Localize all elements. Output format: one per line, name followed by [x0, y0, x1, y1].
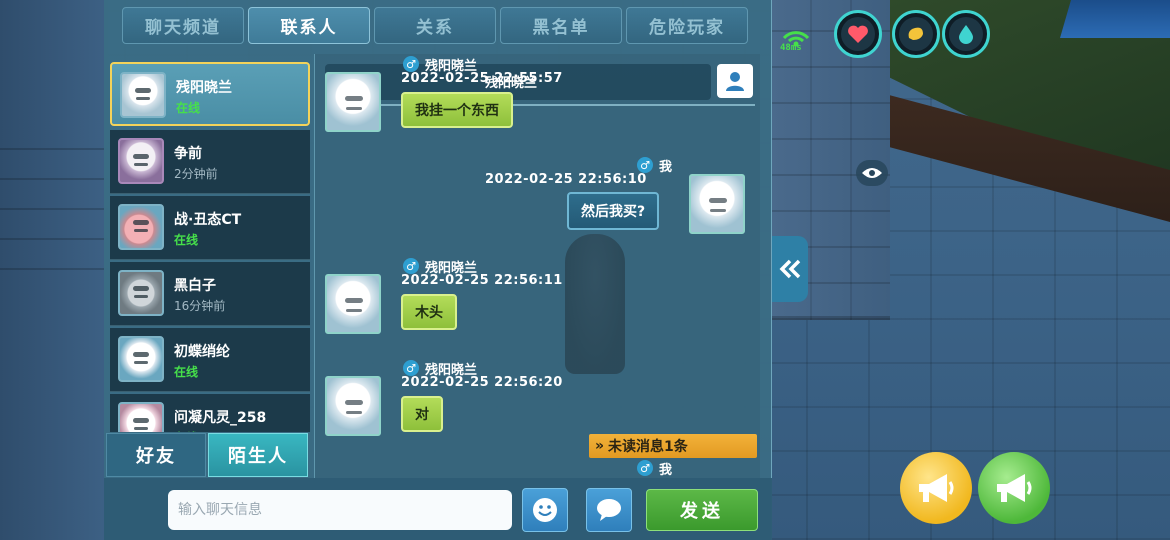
contact-item[interactable]: 问凝凡灵_258 在线: [110, 394, 310, 432]
chat-input-bar: 发送: [104, 478, 772, 540]
avatar: [118, 204, 164, 250]
message-timestamp: 2022-02-25 22:55:57: [401, 71, 563, 86]
avatar: [118, 270, 164, 316]
avatar: [120, 72, 166, 118]
world-broadcast-button[interactable]: [900, 452, 972, 524]
quick-phrase-button[interactable]: [586, 488, 632, 532]
sender-name: 我: [659, 160, 673, 175]
contact-name: 问凝凡灵_258: [174, 410, 267, 426]
double-chevron-down-icon: »: [595, 438, 605, 454]
chat-panel: 聊天频道 联系人 关系 黑名单 危险玩家 残阳晓兰 在线 争前 2分钟前 战·丑…: [104, 0, 772, 540]
speech-bubble-icon: [597, 499, 621, 521]
contact-status: 在线: [174, 365, 199, 379]
tab-blacklist[interactable]: 黑名单: [500, 7, 622, 44]
contact-item[interactable]: 战·丑态CT 在线: [110, 196, 310, 260]
male-icon: ♂: [403, 360, 419, 376]
male-icon: ♂: [403, 258, 419, 274]
chat-tabs: 聊天频道 联系人 关系 黑名单 危险玩家: [122, 7, 748, 44]
contact-item[interactable]: 初蝶绡纶 在线: [110, 328, 310, 392]
contact-name: 残阳晓兰: [176, 80, 232, 96]
tab-dangerous-players[interactable]: 危险玩家: [626, 7, 748, 44]
drumstick-icon: [908, 27, 923, 40]
message-bubble: 然后我买?: [567, 192, 660, 230]
male-icon: ♂: [637, 460, 653, 476]
heart-icon: [848, 25, 868, 43]
eye-icon: [862, 168, 882, 178]
contact-status: 在线: [176, 101, 201, 115]
water-drop-icon: [959, 25, 973, 44]
contact-item[interactable]: 残阳晓兰 在线: [110, 62, 310, 126]
message-area[interactable]: 残阳晓兰 ♂ 残阳晓兰 2022-02-25 22:55:57 我挂一个东西 ♂…: [314, 54, 760, 478]
hunger-gauge: [892, 10, 940, 58]
unread-label: 未读消息1条: [608, 439, 688, 455]
scene-structure: [1060, 0, 1170, 38]
contact-item[interactable]: 黑白子 16分钟前: [110, 262, 310, 326]
message-timestamp: 2022-02-25 22:56:10: [485, 172, 647, 187]
contact-status: 在线: [174, 429, 198, 432]
male-icon: ♂: [403, 56, 419, 72]
contact-name: 战·丑态CT: [174, 212, 242, 228]
avatar: [325, 376, 381, 436]
unread-messages-bar[interactable]: » 未读消息1条: [589, 434, 757, 458]
message-bubble: 对: [401, 396, 443, 432]
megaphone-icon: [919, 474, 954, 502]
ping-readout: 48ms: [780, 43, 802, 53]
message-outgoing: ♂ 我: [315, 458, 760, 478]
avatar: [325, 274, 381, 334]
collapse-panel-button[interactable]: [772, 236, 808, 302]
contact-status: 16分钟前: [174, 299, 226, 313]
contact-name: 争前: [174, 146, 202, 162]
contact-list[interactable]: 残阳晓兰 在线 争前 2分钟前 战·丑态CT 在线 黑白子 16分钟前 初蝶绡纶…: [106, 58, 312, 432]
scene-wall-left: [0, 0, 108, 540]
message-incoming: ♂ 残阳晓兰 2022-02-25 22:55:57 我挂一个东西: [315, 54, 760, 144]
avatar: [689, 174, 745, 234]
message-timestamp: 2022-02-25 22:56:11: [401, 273, 563, 288]
health-gauge: [834, 10, 882, 58]
message-bubble: 我挂一个东西: [401, 92, 513, 128]
avatar: [118, 138, 164, 184]
double-chevron-left-icon: [779, 259, 801, 279]
thirst-gauge: [942, 10, 990, 58]
megaphone-icon: [997, 474, 1032, 502]
avatar: [118, 402, 164, 432]
message-bubble: 木头: [401, 294, 457, 330]
friends-button[interactable]: 好友: [106, 433, 206, 477]
tab-chat-channel[interactable]: 聊天频道: [122, 7, 244, 44]
tab-contacts[interactable]: 联系人: [248, 7, 370, 44]
contact-name: 初蝶绡纶: [174, 344, 230, 360]
male-icon: ♂: [637, 157, 653, 173]
tab-relations[interactable]: 关系: [374, 7, 496, 44]
message-timestamp: 2022-02-25 22:56:20: [401, 375, 563, 390]
server-broadcast-button[interactable]: [978, 452, 1050, 524]
smiley-icon: [533, 498, 557, 522]
contact-status: 在线: [174, 233, 199, 247]
avatar: [118, 336, 164, 382]
toggle-visibility-button[interactable]: [856, 160, 888, 186]
strangers-button[interactable]: 陌生人: [208, 433, 308, 477]
avatar: [325, 72, 381, 132]
chat-input[interactable]: [168, 490, 512, 530]
message-incoming: ♂ 残阳晓兰 2022-02-25 22:56:11 木头: [315, 256, 760, 346]
emoji-button[interactable]: [522, 488, 568, 532]
send-button[interactable]: 发送: [646, 489, 758, 531]
contact-status: 2分钟前: [174, 167, 218, 181]
contact-item[interactable]: 争前 2分钟前: [110, 130, 310, 194]
contact-name: 黑白子: [174, 278, 216, 294]
message-outgoing: ♂ 我 2022-02-25 22:56:10 然后我买?: [315, 154, 760, 244]
sender-name: 我: [659, 463, 673, 478]
